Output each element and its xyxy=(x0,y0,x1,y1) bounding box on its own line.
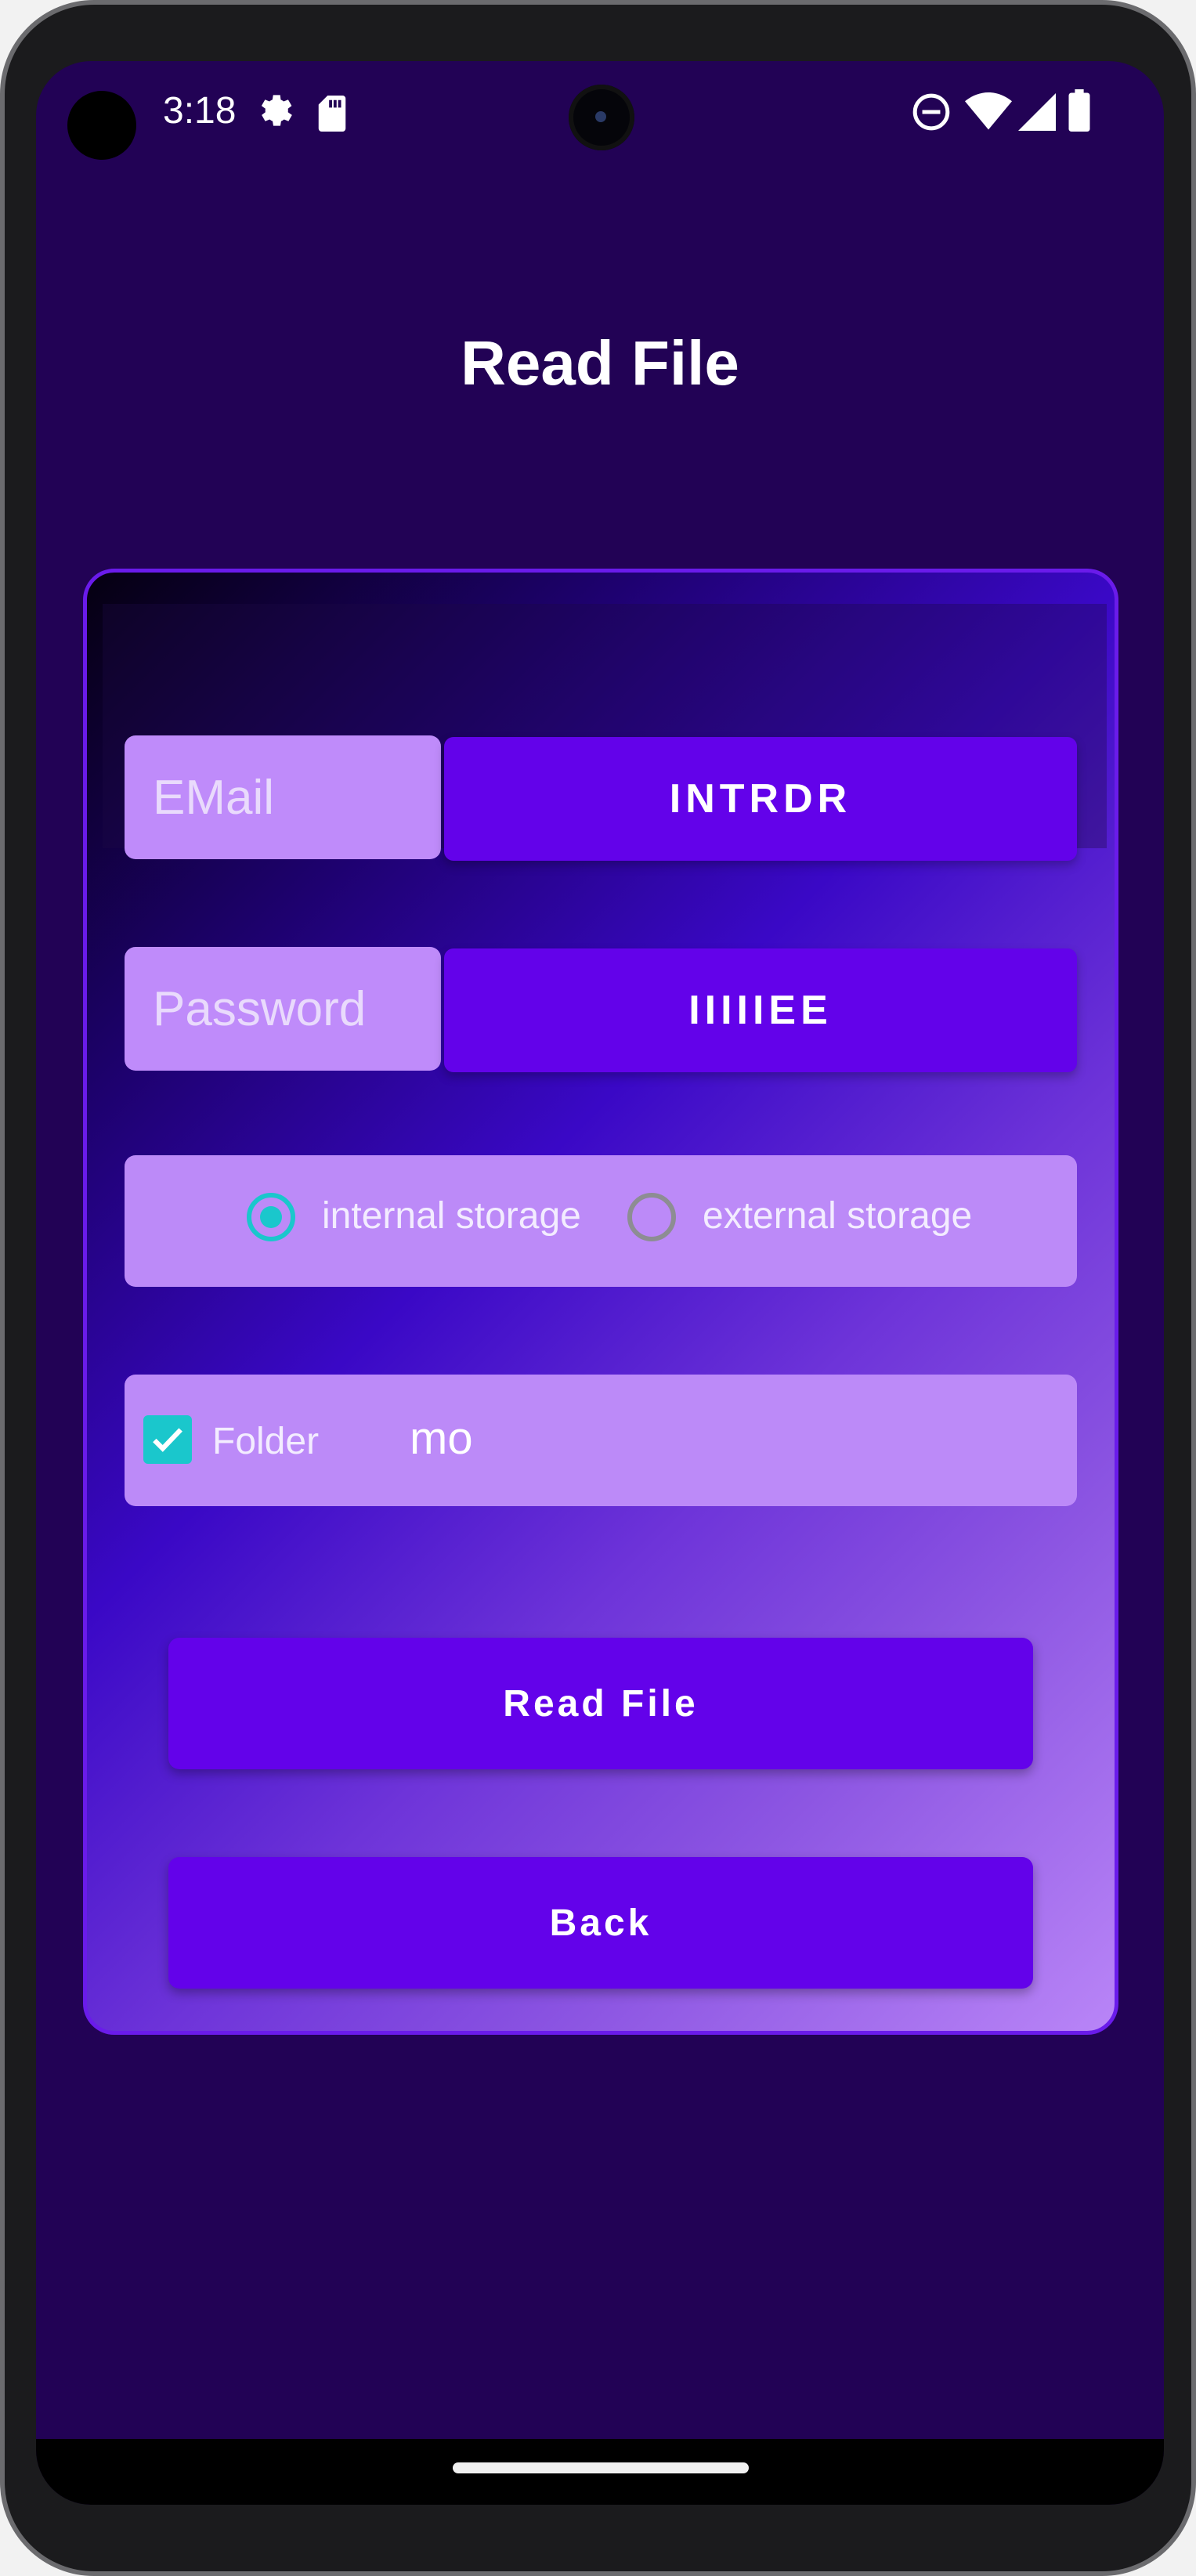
notification-dot xyxy=(67,91,136,160)
navigation-bar xyxy=(36,2439,1164,2505)
home-gesture-handle[interactable] xyxy=(453,2462,749,2473)
external-storage-label[interactable]: external storage xyxy=(703,1194,972,1237)
check-icon xyxy=(153,1428,182,1452)
form-card: EMail INTRDR Password IIIIIEE internal s… xyxy=(83,569,1118,2035)
internal-storage-label[interactable]: internal storage xyxy=(322,1194,581,1237)
folder-checkbox-label[interactable]: Folder xyxy=(212,1420,319,1463)
password-field[interactable]: IIIIIEE xyxy=(444,948,1077,1072)
email-field[interactable]: INTRDR xyxy=(444,737,1077,861)
app-screen: 3:18 Read File EMail INTRDR Password III… xyxy=(36,61,1164,2505)
back-button[interactable]: Back xyxy=(168,1857,1033,1989)
folder-checkbox[interactable] xyxy=(143,1415,192,1464)
phone-frame: 3:18 Read File EMail INTRDR Password III… xyxy=(0,0,1196,2576)
email-label: EMail xyxy=(125,735,441,859)
status-bar: 3:18 xyxy=(36,61,1164,171)
wifi-icon xyxy=(965,92,1012,130)
folder-row: Folder mo xyxy=(125,1375,1077,1506)
gear-icon xyxy=(261,95,292,126)
signal-icon xyxy=(1018,93,1056,131)
internal-storage-radio[interactable] xyxy=(247,1193,295,1241)
status-time: 3:18 xyxy=(163,90,237,132)
password-label: Password xyxy=(125,947,441,1071)
front-camera xyxy=(569,85,634,150)
dnd-icon xyxy=(912,93,950,131)
sdcard-icon xyxy=(318,96,346,132)
folder-input[interactable]: mo xyxy=(410,1412,473,1465)
page-title: Read File xyxy=(461,328,739,398)
storage-radio-group: internal storage external storage xyxy=(125,1155,1077,1287)
external-storage-radio[interactable] xyxy=(627,1193,676,1241)
read-file-button[interactable]: Read File xyxy=(168,1638,1033,1769)
battery-icon xyxy=(1068,89,1090,132)
